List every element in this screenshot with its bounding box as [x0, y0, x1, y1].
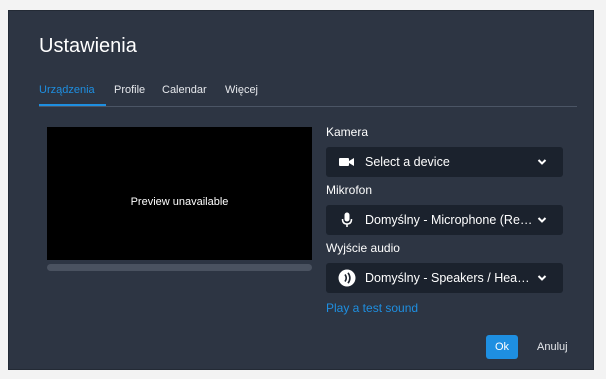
- camera-preview: Preview unavailable: [47, 127, 312, 260]
- active-tab-indicator: [39, 104, 106, 106]
- camera-select[interactable]: Select a device: [326, 147, 563, 177]
- tab-profile[interactable]: Profile: [114, 84, 145, 96]
- audio-output-select[interactable]: Domyślny - Speakers / Headphones (Realte…: [326, 263, 563, 293]
- tab-bar: Urządzenia Profile Calendar Więcej: [39, 84, 577, 107]
- audio-output-select-value: Domyślny - Speakers / Headphones (Realte…: [365, 271, 535, 285]
- audio-output-label: Wyjście audio: [326, 241, 400, 255]
- video-camera-icon: [338, 147, 356, 177]
- chevron-down-icon: [537, 275, 547, 281]
- dialog-title: Ustawienia: [39, 35, 137, 57]
- chevron-down-icon: [537, 217, 547, 223]
- tab-devices[interactable]: Urządzenia: [39, 84, 95, 96]
- settings-dialog: Ustawienia Urządzenia Profile Calendar W…: [8, 10, 594, 370]
- microphone-select[interactable]: Domyślny - Microphone (Realtek High Defi…: [326, 205, 563, 235]
- microphone-icon: [338, 205, 356, 235]
- speaker-icon: [338, 263, 356, 293]
- microphone-select-value: Domyślny - Microphone (Realtek High Defi…: [365, 213, 535, 227]
- microphone-label: Mikrofon: [326, 183, 373, 197]
- tab-calendar[interactable]: Calendar: [162, 84, 207, 96]
- preview-unavailable-text: Preview unavailable: [130, 196, 229, 208]
- preview-bar: [47, 264, 312, 271]
- camera-select-value: Select a device: [365, 155, 450, 169]
- cancel-button[interactable]: Anuluj: [537, 335, 568, 359]
- camera-label: Kamera: [326, 125, 369, 139]
- play-test-sound-link[interactable]: Play a test sound: [326, 301, 418, 315]
- chevron-down-icon: [537, 159, 547, 165]
- ok-button[interactable]: Ok: [486, 335, 518, 359]
- tab-more[interactable]: Więcej: [225, 84, 258, 96]
